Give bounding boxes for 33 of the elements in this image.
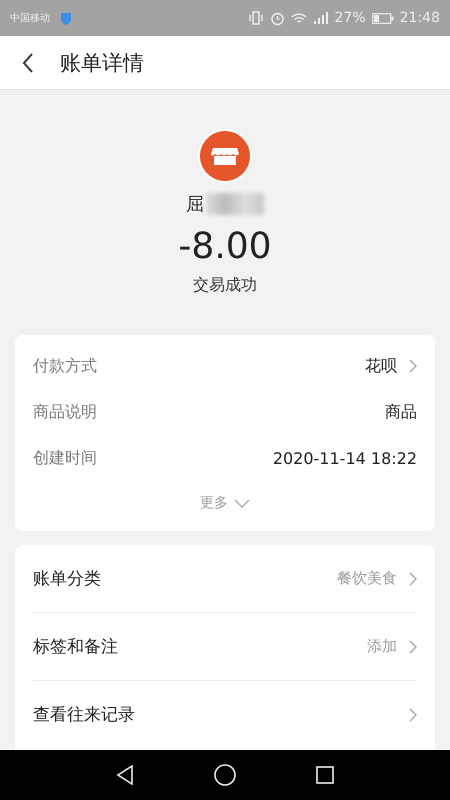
chevron-icon bbox=[409, 572, 417, 586]
blurred-name bbox=[206, 193, 264, 215]
battery-icon bbox=[372, 12, 394, 24]
list-item[interactable]: 账单分类 餐饮美食 bbox=[33, 545, 417, 613]
battery-percent: 27% bbox=[334, 10, 366, 26]
list-item[interactable]: 标签和备注 添加 bbox=[33, 613, 417, 681]
recents-nav-icon[interactable] bbox=[316, 766, 334, 784]
shop-icon bbox=[197, 128, 253, 184]
merchant-name: 屈 bbox=[186, 193, 204, 216]
detail-label: 付款方式 bbox=[33, 356, 98, 376]
shield-icon bbox=[60, 12, 72, 24]
home-nav-icon[interactable] bbox=[214, 764, 236, 786]
amount: -8.00 bbox=[178, 226, 272, 267]
back-icon bbox=[22, 52, 34, 72]
carrier-name: 中国移动 bbox=[10, 12, 50, 25]
chevron-icon bbox=[409, 640, 417, 654]
wifi-icon bbox=[290, 12, 307, 24]
signal-icon bbox=[312, 12, 329, 24]
alarm-icon bbox=[270, 10, 285, 26]
page-title: 账单详情 bbox=[60, 50, 144, 76]
detail-value: 2020-11-14 18:22 bbox=[272, 448, 417, 468]
chevron-icon bbox=[409, 359, 417, 373]
detail-value: 花呗 bbox=[365, 356, 397, 376]
caret-icon bbox=[234, 498, 250, 508]
detail-value: 商品 bbox=[385, 402, 417, 422]
transaction-status: 交易成功 bbox=[193, 275, 257, 296]
detail-label: 创建时间 bbox=[33, 448, 98, 468]
clock-time: 21:48 bbox=[400, 10, 440, 26]
list-item[interactable]: 查看往来记录 bbox=[33, 681, 417, 748]
vibrate-icon bbox=[248, 11, 264, 25]
chevron-icon bbox=[409, 708, 417, 722]
detail-label: 商品说明 bbox=[33, 402, 98, 422]
back-nav-icon[interactable] bbox=[116, 765, 134, 785]
